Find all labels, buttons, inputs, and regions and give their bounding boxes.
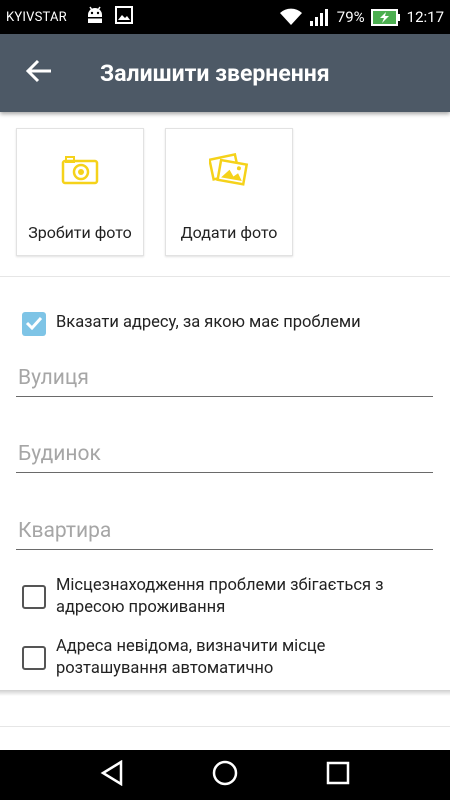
image-notification-icon	[114, 6, 133, 28]
specify-address-checkbox[interactable]	[22, 312, 46, 336]
nav-back-button[interactable]	[87, 750, 137, 800]
carrier-name: KYIVSTAR	[6, 9, 67, 25]
unknown-address-checkbox[interactable]	[22, 646, 46, 670]
navigation-bar	[0, 750, 450, 800]
take-photo-label: Зробити фото	[28, 223, 132, 242]
photo-actions: Зробити фото Додати фото	[16, 128, 293, 256]
add-photo-label: Додати фото	[180, 223, 278, 242]
unknown-address-label: Адреса невідома, визначити місце розташу…	[56, 637, 326, 678]
same-as-residence-label: Місцезнаходження проблеми збігається з а…	[56, 576, 384, 617]
square-recents-icon	[326, 761, 350, 789]
battery-percent: 79%	[336, 8, 365, 26]
android-debug-icon	[85, 6, 105, 28]
circle-home-icon	[211, 759, 239, 791]
triangle-back-icon	[100, 759, 124, 790]
camera-icon	[61, 151, 99, 189]
nav-home-button[interactable]	[200, 750, 250, 800]
battery-charging-icon	[370, 8, 401, 26]
section-shadow	[0, 690, 450, 696]
back-button[interactable]	[0, 34, 78, 112]
signal-icon	[309, 8, 331, 26]
arrow-left-icon	[25, 59, 52, 87]
same-as-residence-checkbox-row[interactable]: Місцезнаходження проблеми збігається з а…	[22, 575, 434, 619]
unknown-address-checkbox-row[interactable]: Адреса невідома, визначити місце розташу…	[22, 636, 422, 680]
page-title: Залишити звернення	[100, 59, 330, 87]
divider	[0, 276, 450, 277]
status-bar: KYIVSTAR 79% 12:17	[0, 0, 450, 34]
apartment-field[interactable]	[16, 512, 433, 550]
apartment-input[interactable]	[16, 512, 433, 549]
house-input[interactable]	[16, 435, 433, 472]
specify-address-label: Вказати адресу, за якою має проблеми	[56, 313, 361, 332]
app-bar: Залишити звернення	[0, 34, 450, 112]
add-photo-button[interactable]: Додати фото	[165, 128, 293, 256]
take-photo-button[interactable]: Зробити фото	[16, 128, 144, 256]
same-as-residence-checkbox[interactable]	[22, 585, 46, 609]
house-field[interactable]	[16, 435, 433, 473]
wifi-icon	[279, 8, 303, 26]
nav-recents-button[interactable]	[313, 750, 363, 800]
checkmark-icon	[25, 315, 43, 334]
divider	[0, 726, 450, 727]
specify-address-checkbox-row[interactable]: Вказати адресу, за якою має проблеми	[22, 312, 361, 336]
street-input[interactable]	[16, 359, 433, 396]
images-icon	[209, 151, 249, 189]
clock: 12:17	[406, 8, 444, 26]
street-field[interactable]	[16, 359, 433, 397]
